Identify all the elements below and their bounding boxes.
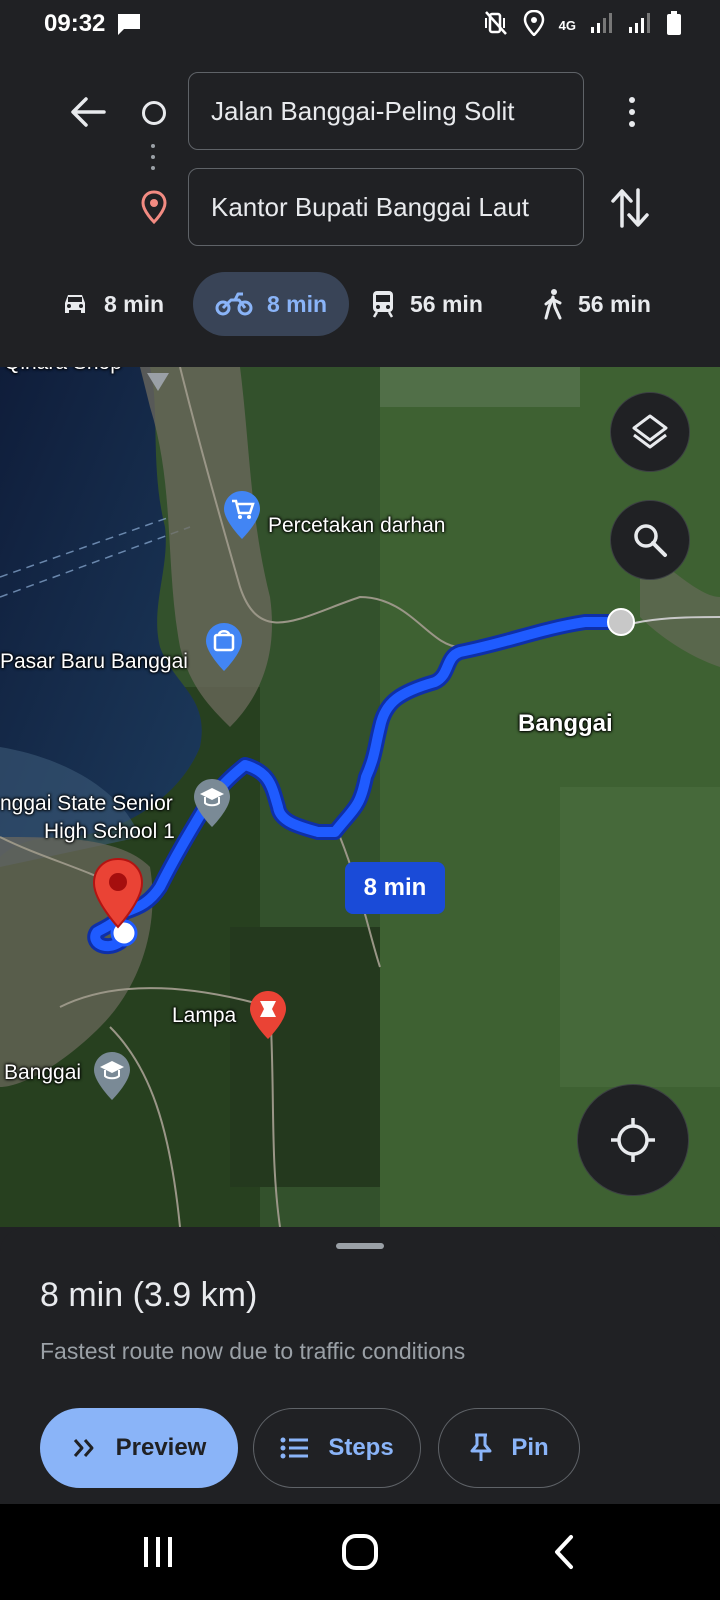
back-arrow-icon (71, 97, 106, 127)
poi-label-lampa[interactable]: Lampa (172, 1004, 236, 1028)
route-bottom-sheet: 8 min (3.9 km) Fastest route now due to … (0, 1228, 720, 1504)
shop-marker-icon[interactable] (143, 367, 173, 398)
poi-label-qinara[interactable]: Qinara Shop (4, 367, 122, 375)
network-type-icon: 4G (558, 18, 576, 33)
system-navigation-bar (0, 1504, 720, 1600)
walking-icon (544, 289, 562, 320)
origin-circle-icon (142, 101, 166, 125)
vibrate-mute-icon (483, 10, 509, 41)
travel-mode-tabs: 8 min 8 min 56 min 56 min (0, 272, 720, 336)
car-icon (65, 295, 85, 313)
pharmacy-marker-icon[interactable] (248, 989, 288, 1046)
destination-pin-icon (140, 190, 168, 229)
route-connector-dots (151, 144, 155, 170)
route-eta-badge[interactable]: 8 min (345, 862, 445, 914)
tab-walking[interactable]: 56 min (542, 272, 651, 336)
shopping-bag-marker-icon[interactable] (204, 621, 244, 678)
school-marker-icon[interactable] (192, 777, 232, 834)
school-marker-icon-2[interactable] (92, 1050, 132, 1107)
poi-label-school-line1[interactable]: nggai State Senior (0, 792, 173, 816)
home-icon (342, 1534, 378, 1570)
tab-driving[interactable]: 8 min (60, 272, 164, 336)
layers-icon (632, 414, 668, 449)
tab-transit[interactable]: 56 min (370, 272, 483, 336)
train-icon (372, 291, 394, 318)
region-label-banggai: Banggai (518, 710, 613, 737)
signal-icon (590, 12, 614, 39)
poi-label-banggai-school[interactable]: Banggai (4, 1061, 81, 1085)
recent-apps-icon (144, 1537, 172, 1567)
destination-marker-icon[interactable] (92, 857, 144, 934)
poi-label-school-line2[interactable]: High School 1 (44, 820, 175, 844)
shopping-cart-marker-icon[interactable] (222, 489, 262, 546)
poi-label-pasar[interactable]: Pasar Baru Banggai (0, 650, 188, 674)
steps-button-label: Steps (328, 1434, 394, 1461)
route-summary: 8 min (3.9 km) (40, 1276, 258, 1314)
search-icon (634, 524, 667, 557)
tab-walking-label: 56 min (578, 290, 651, 317)
status-time: 09:32 (44, 10, 106, 37)
tab-transit-label: 56 min (410, 290, 483, 317)
steps-button[interactable]: Steps (253, 1408, 421, 1488)
status-bar: 09:32 4G (0, 0, 720, 52)
recent-apps-button[interactable] (134, 1528, 182, 1576)
destination-field[interactable]: Kantor Bupati Banggai Laut (188, 168, 584, 246)
status-icons: 4G (483, 9, 682, 41)
preview-button[interactable]: Preview (40, 1408, 238, 1488)
location-icon (523, 9, 545, 41)
layers-button[interactable] (610, 392, 690, 472)
poi-label-percetakan[interactable]: Percetakan darhan (268, 514, 445, 538)
more-options-button[interactable] (614, 90, 650, 134)
preview-button-label: Preview (115, 1434, 207, 1461)
pin-button-label: Pin (511, 1434, 549, 1461)
motorcycle-icon (215, 292, 253, 316)
pin-button[interactable]: Pin (438, 1408, 580, 1488)
double-chevron-right-icon (73, 1439, 94, 1457)
map-view[interactable]: Qinara Shop Percetakan darhan Pasar Baru… (0, 367, 720, 1227)
directions-header: Jalan Banggai-Peling Solit Kantor Bupati… (0, 52, 720, 367)
chevron-left-icon (555, 1535, 573, 1569)
battery-icon (666, 10, 682, 41)
home-button[interactable] (336, 1528, 384, 1576)
swap-button[interactable] (610, 186, 658, 234)
origin-field[interactable]: Jalan Banggai-Peling Solit (188, 72, 584, 150)
search-button[interactable] (610, 500, 690, 580)
swap-icon (611, 188, 649, 228)
message-icon (116, 12, 142, 41)
tab-driving-label: 8 min (104, 290, 165, 317)
list-icon (280, 1437, 309, 1459)
back-button[interactable] (64, 88, 112, 136)
tab-motorcycle-label: 8 min (267, 290, 328, 317)
my-location-icon (611, 1118, 655, 1162)
pin-icon (470, 1433, 492, 1461)
sheet-drag-handle[interactable] (336, 1243, 384, 1249)
tab-motorcycle[interactable]: 8 min (193, 272, 350, 336)
back-nav-button[interactable] (540, 1528, 588, 1576)
my-location-button[interactable] (577, 1084, 689, 1196)
signal-icon-2 (628, 12, 652, 39)
route-description: Fastest route now due to traffic conditi… (40, 1338, 466, 1364)
